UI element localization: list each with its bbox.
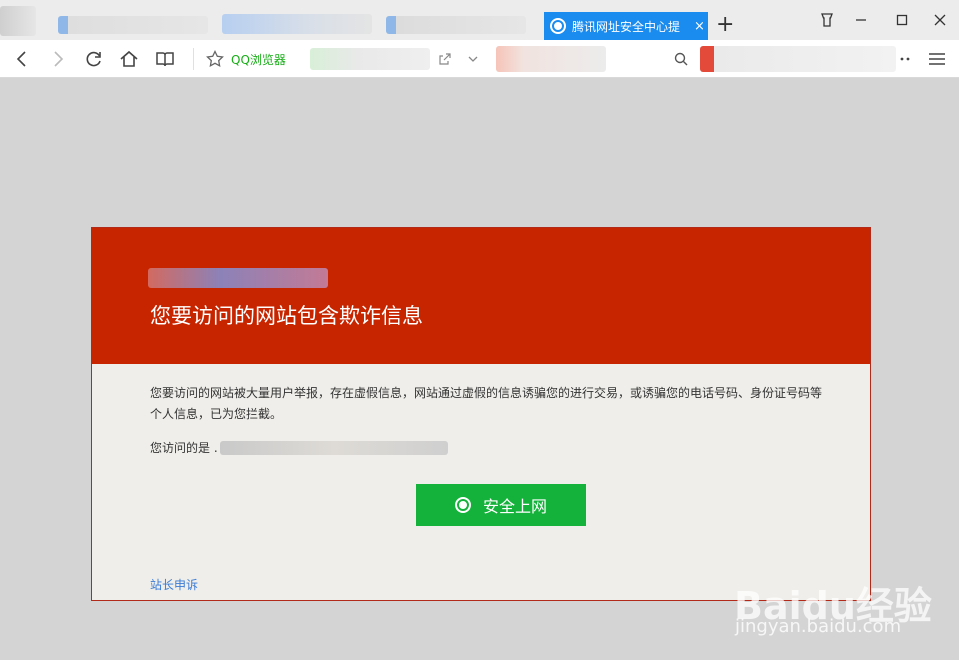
favorite-qq-browser-link[interactable]: QQ浏览器 [231, 51, 286, 68]
more-dots-icon[interactable] [895, 48, 917, 70]
webmaster-appeal-link[interactable]: 站长申诉 [150, 576, 198, 593]
blurred-search-box[interactable] [700, 46, 896, 72]
watermark-url: jingyan.baidu.com [735, 616, 902, 637]
qq-browser-favicon-icon [550, 18, 566, 34]
blurred-url [220, 441, 448, 455]
toolbar-separator [193, 48, 194, 70]
blurred-address-bar[interactable] [496, 46, 606, 72]
blurred-site-name [148, 268, 328, 288]
blurred-tab[interactable] [222, 14, 372, 34]
skin-icon[interactable] [817, 10, 837, 30]
tab-close-icon[interactable]: × [694, 19, 705, 34]
active-tab[interactable]: 腾讯网址安全中心提 × [544, 12, 708, 40]
new-tab-button[interactable]: + [716, 14, 734, 36]
reading-mode-icon[interactable] [154, 48, 176, 70]
blurred-tab[interactable] [386, 16, 526, 34]
fraud-warning-card: 您要访问的网站包含欺诈信息 您要访问的网站被大量用户举报，存在虚假信息，网站通过… [91, 227, 871, 601]
search-icon[interactable] [670, 48, 692, 70]
safe-browse-button[interactable]: 安全上网 [416, 484, 586, 526]
blurred-tab[interactable] [0, 6, 36, 36]
safe-browse-label: 安全上网 [482, 497, 547, 516]
home-icon[interactable] [118, 48, 140, 70]
blurred-bookmarks[interactable] [310, 48, 430, 70]
blurred-tab[interactable] [58, 16, 208, 34]
forward-icon[interactable] [47, 48, 69, 70]
back-icon[interactable] [11, 48, 33, 70]
qq-logo-icon [454, 497, 471, 513]
visited-url-label: 您访问的是 . [150, 441, 218, 455]
minimize-icon[interactable] [851, 10, 871, 30]
star-icon[interactable] [204, 48, 226, 70]
share-icon[interactable] [434, 48, 456, 70]
close-window-icon[interactable] [930, 10, 950, 30]
maximize-icon[interactable] [892, 10, 912, 30]
warning-header: 您要访问的网站包含欺诈信息 [92, 228, 870, 364]
refresh-icon[interactable] [83, 48, 105, 70]
chevron-down-icon[interactable] [462, 48, 484, 70]
tab-strip: 腾讯网址安全中心提 × + [0, 0, 959, 40]
navigation-bar: QQ浏览器 [0, 40, 959, 78]
menu-icon[interactable] [926, 48, 948, 70]
warning-headline: 您要访问的网站包含欺诈信息 [150, 304, 423, 328]
tab-title: 腾讯网址安全中心提 [572, 19, 681, 34]
warning-description: 您要访问的网站被大量用户举报，存在虚假信息，网站通过虚假的信息诱骗您的进行交易，… [150, 386, 823, 421]
